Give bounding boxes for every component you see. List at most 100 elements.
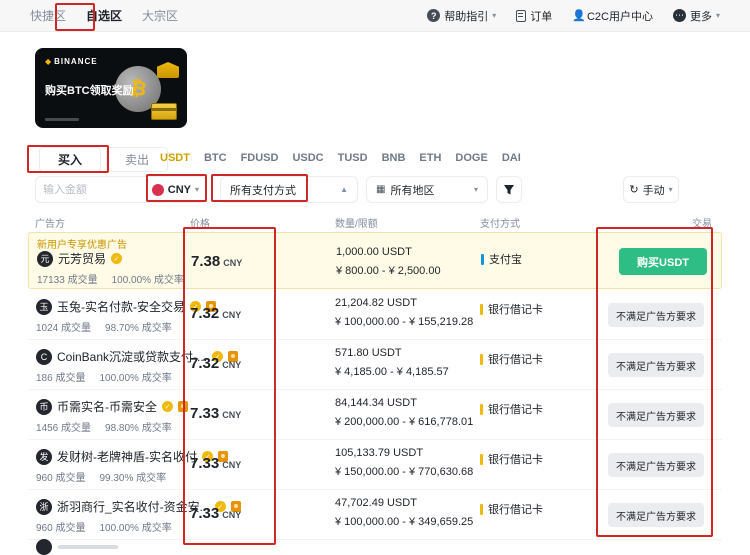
price-currency: CNY [222, 410, 242, 420]
header-price: 价格 [190, 219, 210, 230]
promo-banner[interactable]: ◆ BINANCE ₿ 购买BTC领取奖励 [35, 48, 187, 128]
available-quantity: 84,144.34 USDT [335, 397, 417, 409]
avatar[interactable]: 玉 [36, 298, 52, 315]
requirements-not-met-button[interactable]: 不满足广告方要求 [608, 403, 704, 427]
asset-tab-bnb[interactable]: BNB [382, 152, 406, 164]
orders-count: 960 成交量 [36, 523, 86, 534]
avatar[interactable]: 元 [37, 250, 53, 267]
orders-count: 1456 成交量 [36, 423, 92, 434]
avatar[interactable]: C [36, 348, 52, 365]
requirements-not-met-button[interactable]: 不满足广告方要求 [608, 453, 704, 477]
asset-tab-btc[interactable]: BTC [204, 152, 227, 164]
help-guide-menu[interactable]: ? 帮助指引 ▾ [427, 8, 496, 24]
table-row: 浙 浙羽商行_实名收付-资金安... ✓ 960 成交量 100.00% 成交率… [28, 490, 722, 540]
header-advertiser: 广告方 [35, 219, 65, 230]
table-row: 新用户专享优惠广告 元 元芳贸易 ✓ 17133 成交量 100.00% 成交率… [28, 232, 722, 289]
asset-tab-fdusd[interactable]: FDUSD [241, 152, 279, 164]
orders-count: 186 成交量 [36, 373, 86, 384]
payment-method: 银行借记卡 [488, 454, 543, 466]
advertiser-stats: 960 成交量 99.30% 成交率 [36, 469, 166, 484]
price-cell: 7.33 CNY [190, 405, 241, 422]
order-icon [516, 9, 527, 22]
asset-tab-dai[interactable]: DAI [502, 152, 521, 164]
advertiser-name[interactable]: 玉兔-实名付款-安全交易 [57, 298, 185, 315]
region-select[interactable]: ▦ 所有地区 ▾ [366, 176, 488, 203]
orders-menu[interactable]: 订单 [516, 8, 552, 24]
requirements-not-met-button[interactable]: 不满足广告方要求 [608, 353, 704, 377]
available-quantity: 105,133.79 USDT [335, 447, 424, 459]
price-currency: CNY [222, 310, 242, 320]
asset-tab-usdc[interactable]: USDC [292, 152, 323, 164]
order-limit: ¥ 4,185.00 - ¥ 4,185.57 [335, 366, 449, 378]
payment-cell: 银行借记卡 [480, 351, 543, 367]
amount-filter: CNY ▾ [35, 176, 207, 203]
more-menu[interactable]: ⋯ 更多 ▾ [672, 8, 720, 24]
advertiser-name[interactable]: 发财树-老牌神盾-实名收付 [57, 448, 197, 465]
orders-label: 订单 [530, 10, 553, 23]
quantity-cell: 105,133.79 USDT ¥ 150,000.00 - ¥ 770,630… [335, 447, 473, 478]
advertiser-name[interactable]: 元芳贸易 [58, 250, 106, 267]
payment-method: 银行借记卡 [488, 354, 543, 366]
promo-ad-label: 新用户专享优惠广告 [37, 240, 127, 251]
asset-tab-usdt[interactable]: USDT [160, 152, 190, 164]
verified-badge-icon: ✓ [162, 401, 173, 412]
payment-cell: 银行借记卡 [480, 451, 543, 467]
chevron-down-icon: ▾ [194, 185, 199, 194]
filter-button[interactable] [496, 176, 522, 203]
requirements-not-met-button[interactable]: 不满足广告方要求 [608, 303, 704, 327]
verified-badge-icon: ✓ [111, 253, 123, 264]
alipay-bar-icon [481, 253, 484, 265]
buy-tab[interactable]: 买入 [39, 147, 101, 172]
asset-tab-doge[interactable]: DOGE [455, 152, 487, 164]
sell-tab[interactable]: 卖出 [106, 147, 168, 172]
bank-bar-icon [480, 303, 483, 315]
advertiser-name[interactable]: 浙羽商行_实名收付-资金安... [57, 498, 210, 515]
buy-usdt-button[interactable]: 购买USDT [619, 248, 707, 275]
price-currency: CNY [222, 360, 242, 370]
payment-method: 支付宝 [489, 254, 522, 266]
table-row: 币 币需实名-币需安全 ✓ 1456 成交量 98.80% 成交率 7.33 C… [28, 390, 722, 440]
payment-cell: 支付宝 [481, 251, 522, 267]
header-quantity-limit: 数量/限额 [335, 219, 378, 230]
payment-method-select[interactable]: 所有支付方式 ▲ [220, 176, 358, 203]
avatar[interactable]: 币 [36, 398, 52, 415]
amount-input[interactable] [43, 183, 123, 196]
completion-rate: 100.00% 成交率 [99, 523, 172, 534]
payment-method: 银行借记卡 [488, 404, 543, 416]
fiat-selector[interactable]: CNY ▾ [151, 183, 199, 196]
advertiser-stats: 960 成交量 100.00% 成交率 [36, 519, 172, 534]
bank-bar-icon [480, 353, 483, 365]
price-currency: CNY [222, 510, 242, 520]
header-trade: 交易 [692, 219, 712, 230]
asset-tabs: USDT BTC FDUSD USDC TUSD BNB ETH DOGE DA… [160, 152, 521, 164]
filter-funnel-icon [504, 184, 514, 194]
price-cell: 7.32 CNY [190, 355, 241, 372]
avatar[interactable]: 发 [36, 448, 52, 465]
price-currency: CNY [223, 258, 243, 268]
c2c-user-center-menu[interactable]: 👤 C2C用户中心 [572, 8, 653, 24]
gold-card-icon [151, 103, 177, 120]
asset-tab-tusd[interactable]: TUSD [338, 152, 368, 164]
help-icon: ? [427, 9, 441, 22]
chevron-up-icon: ▲ [340, 185, 348, 194]
requirements-not-met-button[interactable]: 不满足广告方要求 [608, 503, 704, 527]
avatar [36, 539, 52, 555]
completion-rate: 98.80% 成交率 [105, 423, 172, 434]
price-value: 7.33 [190, 505, 220, 522]
tab-favorites-zone[interactable]: 自选区 [86, 7, 122, 24]
tab-express-zone[interactable]: 快捷区 [30, 7, 66, 24]
avatar[interactable]: 浙 [36, 498, 52, 515]
price-cell: 7.32 CNY [190, 305, 241, 322]
payment-cell: 银行借记卡 [480, 301, 543, 317]
asset-tab-eth[interactable]: ETH [419, 152, 441, 164]
completion-rate: 100.00% 成交率 [111, 275, 184, 286]
price-value: 7.33 [190, 455, 220, 472]
tab-block-zone[interactable]: 大宗区 [142, 7, 178, 24]
price-cell: 7.38 CNY [191, 253, 242, 270]
available-quantity: 21,204.82 USDT [335, 297, 417, 309]
refresh-mode-button[interactable]: ↻ 手动 ▾ [623, 176, 679, 203]
table-row [36, 539, 118, 555]
advertiser-name[interactable]: 币需实名-币需安全 [57, 398, 157, 415]
advertiser-name[interactable]: CoinBank沉淀或贷款支付-... [57, 348, 207, 365]
chevron-down-icon: ▾ [473, 185, 478, 194]
